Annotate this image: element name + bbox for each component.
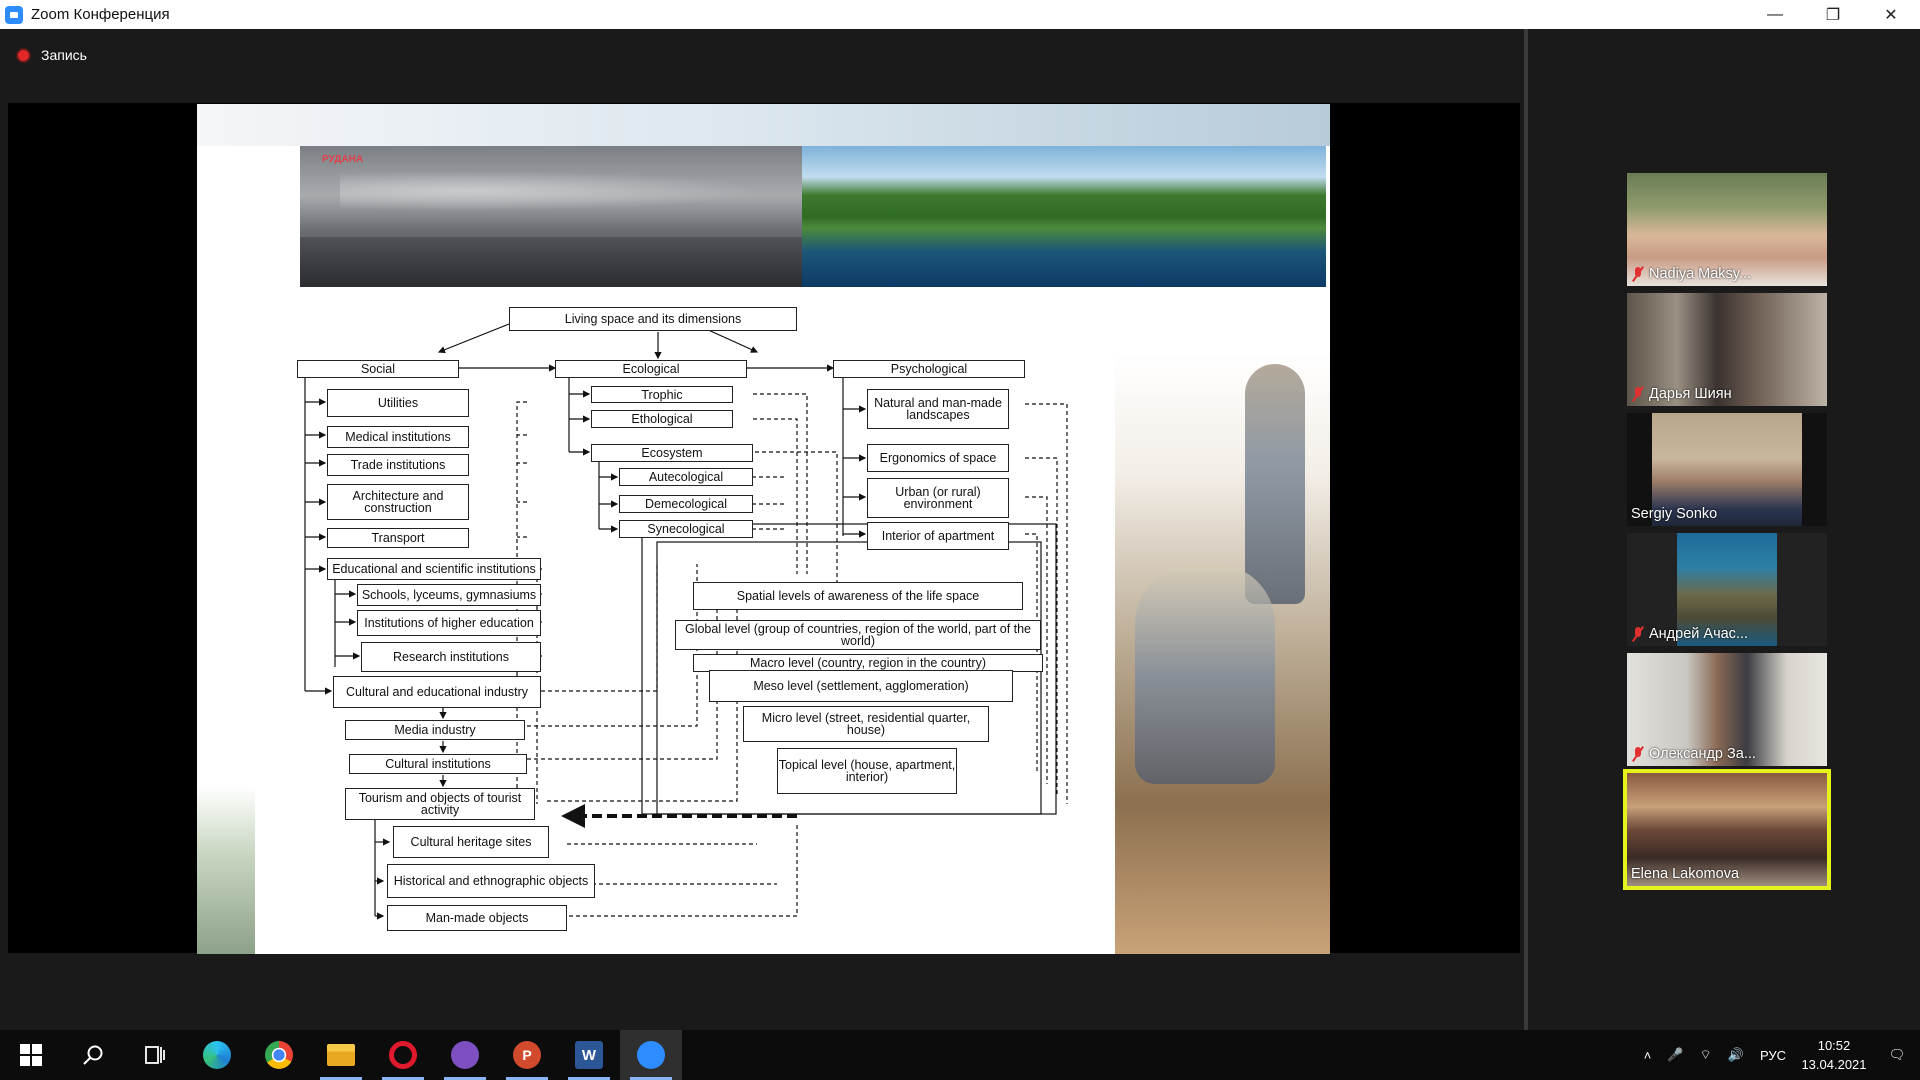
diagram-level: Global level (group of countries, region… bbox=[675, 620, 1041, 650]
diagram-level: Topical level (house, apartment, interio… bbox=[777, 748, 957, 794]
participant-name: Андрей Ачас... bbox=[1649, 626, 1749, 642]
volume-icon[interactable]: 🔊 bbox=[1720, 1047, 1752, 1063]
recording-label: Запись bbox=[41, 47, 87, 63]
diagram-social: Social bbox=[297, 360, 459, 378]
diagram-social-item: Schools, lyceums, gymnasiums bbox=[357, 584, 541, 606]
recording-dot-icon bbox=[16, 47, 31, 63]
task-view-icon[interactable] bbox=[124, 1030, 186, 1080]
chevron-up-icon[interactable]: ˄ bbox=[1636, 1048, 1660, 1063]
mic-muted-icon bbox=[1631, 386, 1645, 402]
diagram-eco-item: Autecological bbox=[619, 468, 753, 486]
edge-icon[interactable] bbox=[186, 1030, 248, 1080]
diagram-eco-item: Synecological bbox=[619, 520, 753, 538]
zoom-icon[interactable] bbox=[620, 1030, 682, 1080]
diagram-social-item: Cultural heritage sites bbox=[393, 826, 549, 858]
network-icon[interactable]: ⌔ bbox=[1692, 1047, 1720, 1063]
zoom-camera-icon bbox=[5, 5, 23, 24]
clock[interactable]: 10:52 13.04.2021 bbox=[1794, 1036, 1874, 1074]
diagram-psychological: Psychological bbox=[833, 360, 1025, 378]
diagram-level: Meso level (settlement, agglomeration) bbox=[709, 670, 1013, 702]
file-explorer-icon[interactable] bbox=[310, 1030, 372, 1080]
diagram-psy-item: Interior of apartment bbox=[867, 522, 1009, 550]
window-title: Zoom Конференция bbox=[31, 6, 170, 23]
mic-muted-icon bbox=[1631, 746, 1645, 762]
diagram-social-item: Media industry bbox=[345, 720, 525, 740]
search-icon[interactable] bbox=[62, 1030, 124, 1080]
system-tray: ˄ 🎤 ⌔ 🔊 РУС 10:52 13.04.2021 🗨 bbox=[1636, 1030, 1920, 1080]
participant-tile[interactable]: Дарья Шиян bbox=[1627, 293, 1827, 406]
participant-tile-active-speaker[interactable]: Elena Lakomova bbox=[1623, 769, 1831, 890]
diagram-eco-item: Trophic bbox=[591, 386, 733, 403]
diagram-social-item: Institutions of higher education bbox=[357, 610, 541, 636]
close-button[interactable]: ✕ bbox=[1862, 0, 1920, 29]
opera-icon[interactable] bbox=[372, 1030, 434, 1080]
participant-tile[interactable]: Андрей Ачас... bbox=[1627, 533, 1827, 646]
diagram-eco-item: Demecological bbox=[619, 495, 753, 513]
diagram-social-item: Medical institutions bbox=[327, 426, 469, 448]
diagram-social-item: Man-made objects bbox=[387, 905, 567, 931]
mic-muted-icon bbox=[1631, 266, 1645, 282]
windows-start-icon[interactable] bbox=[0, 1030, 62, 1080]
diagram-social-item: Cultural and educational industry bbox=[333, 676, 541, 708]
diagram-root: Living space and its dimensions bbox=[509, 307, 797, 331]
diagram-social-item: Historical and ethnographic objects bbox=[387, 864, 595, 898]
diagram-level: Spatial levels of awareness of the life … bbox=[693, 582, 1023, 610]
language-indicator[interactable]: РУС bbox=[1752, 1048, 1794, 1063]
participant-tile[interactable]: Sergiy Sonko bbox=[1627, 413, 1827, 526]
restore-button[interactable]: ❐ bbox=[1804, 0, 1862, 29]
diagram-eco-item: Ethological bbox=[591, 410, 733, 428]
recording-indicator[interactable]: Запись bbox=[16, 47, 87, 63]
viber-icon[interactable] bbox=[434, 1030, 496, 1080]
diagram-ecological: Ecological bbox=[555, 360, 747, 378]
diagram-social-item: Research institutions bbox=[361, 642, 541, 672]
diagram-social-item: Educational and scientific institutions bbox=[327, 558, 541, 580]
notifications-icon[interactable]: 🗨 bbox=[1874, 1047, 1920, 1063]
diagram-social-item: Transport bbox=[327, 528, 469, 548]
windows-taskbar: P W ˄ 🎤 ⌔ 🔊 РУС 10:52 13.04.2021 🗨 bbox=[0, 1030, 1920, 1080]
participant-name: Nadiya Maksy... bbox=[1649, 266, 1752, 282]
participant-name: Олександр За... bbox=[1649, 746, 1756, 762]
mic-muted-icon bbox=[1631, 626, 1645, 642]
clock-date: 13.04.2021 bbox=[1801, 1057, 1867, 1072]
powerpoint-icon[interactable]: P bbox=[496, 1030, 558, 1080]
diagram-social-item: Tourism and objects of tourist activity bbox=[345, 788, 535, 820]
microphone-icon[interactable]: 🎤 bbox=[1659, 1047, 1691, 1063]
participants-gallery: Nadiya Maksy... Дарья Шиян Sergiy Sonko … bbox=[1528, 29, 1920, 1030]
diagram-social-item: Utilities bbox=[327, 389, 469, 417]
diagram-psy-item: Natural and man-made landscapes bbox=[867, 389, 1009, 429]
shared-slide: РУДАНА Living space and its dimensions S… bbox=[197, 104, 1330, 954]
chrome-icon[interactable] bbox=[248, 1030, 310, 1080]
participant-name: Sergiy Sonko bbox=[1631, 506, 1718, 522]
diagram-eco-item: Ecosystem bbox=[591, 444, 753, 462]
window-titlebar: Zoom Конференция — ❐ ✕ bbox=[0, 0, 1920, 29]
diagram-social-item: Cultural institutions bbox=[349, 754, 527, 774]
participant-name: Elena Lakomova bbox=[1631, 866, 1740, 882]
minimize-button[interactable]: — bbox=[1746, 0, 1804, 29]
clock-time: 10:52 bbox=[1817, 1038, 1851, 1053]
participant-name: Дарья Шиян bbox=[1649, 386, 1732, 402]
diagram-level: Micro level (street, residential quarter… bbox=[743, 706, 989, 742]
diagram-social-item: Architecture and construction bbox=[327, 484, 469, 520]
word-icon[interactable]: W bbox=[558, 1030, 620, 1080]
diagram-social-item: Trade institutions bbox=[327, 454, 469, 476]
participant-tile[interactable]: Nadiya Maksy... bbox=[1627, 173, 1827, 286]
participant-tile[interactable]: Олександр За... bbox=[1627, 653, 1827, 766]
diagram-psy-item: Urban (or rural) environment bbox=[867, 478, 1009, 518]
diagram-psy-item: Ergonomics of space bbox=[867, 444, 1009, 472]
